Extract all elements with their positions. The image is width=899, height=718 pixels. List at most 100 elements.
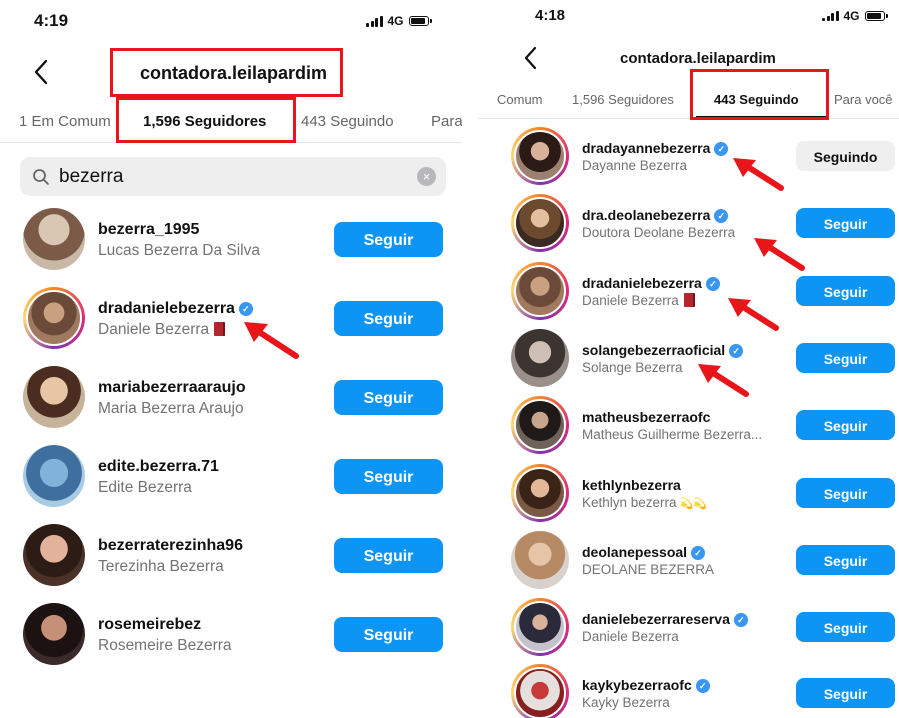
user-full-name: Rosemeire Bezerra (98, 637, 232, 654)
user-handle[interactable]: dradanielebezerra ✓ (98, 300, 253, 318)
verified-badge-icon: ✓ (695, 679, 710, 693)
user-handle[interactable]: mariabezerraaraujo (98, 379, 246, 397)
user-full-name: Daniele Bezerra (582, 293, 695, 308)
following-button[interactable]: Seguindo (796, 141, 895, 171)
tab-divider (478, 118, 899, 119)
follow-button[interactable]: Seguir (796, 678, 895, 708)
user-handle[interactable]: dradayannebezerra ✓ (582, 140, 729, 156)
verified-badge-icon: ✓ (714, 209, 729, 223)
follow-button[interactable]: Seguir (334, 380, 443, 415)
user-full-name: DEOLANE BEZERRA (582, 562, 715, 577)
battery-icon (408, 16, 432, 26)
user-full-name: Lucas Bezerra Da Silva (98, 242, 260, 259)
follow-button[interactable]: Seguir (796, 343, 895, 373)
avatar[interactable] (511, 262, 569, 320)
signal-icon (366, 15, 383, 27)
red-arrow-annotation-icon (733, 158, 784, 191)
avatar[interactable] (23, 603, 85, 665)
battery-icon (864, 11, 888, 21)
user-handle[interactable]: edite.bezerra.71 (98, 458, 219, 476)
avatar[interactable] (23, 445, 85, 507)
avatar[interactable] (511, 464, 569, 522)
red-arrow-annotation-icon (754, 238, 805, 271)
avatar[interactable] (511, 664, 569, 718)
follow-button[interactable]: Seguir (334, 301, 443, 336)
dizzy-emoji-icon: 💫💫 (679, 498, 707, 510)
user-full-name-text: Kethlyn bezerra (582, 495, 677, 510)
tab-em-comum[interactable]: Comum (497, 92, 543, 107)
status-indicators: 4G (822, 9, 888, 23)
avatar[interactable] (511, 531, 569, 589)
follow-button[interactable]: Seguir (796, 545, 895, 575)
user-handle[interactable]: kaykybezerraofc ✓ (582, 677, 710, 693)
avatar[interactable] (511, 329, 569, 387)
profile-username: contadora.leilapardim (140, 63, 328, 83)
tab-para-voce[interactable]: Para (431, 113, 462, 130)
user-handle[interactable]: bezerraterezinha96 (98, 537, 243, 555)
user-full-name: Kethlyn bezerra 💫💫 (582, 495, 707, 510)
follow-button[interactable]: Seguir (334, 459, 443, 494)
back-arrow-icon[interactable] (30, 58, 54, 86)
user-full-name: Solange Bezerra (582, 360, 683, 375)
red-arrow-annotation-icon (728, 298, 779, 331)
user-full-name: Edite Bezerra (98, 479, 192, 496)
user-handle-text: dradayannebezerra (582, 140, 711, 156)
user-full-name: Terezinha Bezerra (98, 558, 224, 575)
user-handle[interactable]: danielebezerrareserva ✓ (582, 611, 748, 627)
search-input[interactable] (57, 164, 401, 189)
avatar[interactable] (511, 127, 569, 185)
profile-username: contadora.leilapardim (620, 50, 776, 67)
tab-seguindo[interactable]: 443 Seguindo (301, 113, 394, 130)
avatar[interactable] (511, 194, 569, 252)
user-full-name: Dayanne Bezerra (582, 158, 688, 173)
tab-seguidores[interactable]: 1,596 Seguidores (572, 92, 674, 107)
tab-para-voce[interactable]: Para você (834, 92, 893, 107)
follow-button[interactable]: Seguir (334, 538, 443, 573)
user-handle-text: dra.deolanebezerra (582, 207, 711, 223)
clear-search-icon[interactable]: × (417, 167, 436, 186)
tab-bar: Comum 1,596 Seguidores 443 Seguindo Para… (478, 82, 899, 122)
user-handle-text: deolanepessoal (582, 544, 688, 560)
user-handle-text: danielebezerrareserva (582, 611, 730, 627)
left-screenshot: 4:19 4G contadora.leilapardim 1 Em Comum… (0, 0, 462, 718)
network-label: 4G (843, 9, 860, 23)
user-full-name: Daniele Bezerra (98, 321, 226, 339)
follow-button[interactable]: Seguir (796, 612, 895, 642)
tab-seguidores[interactable]: 1,596 Seguidores (143, 113, 266, 130)
right-screenshot: 4:18 4G contadora.leilapardim Comum 1,59… (478, 0, 899, 718)
user-handle[interactable]: bezerra_1995 (98, 221, 199, 239)
tab-divider (0, 142, 462, 143)
user-full-name-text: Daniele Bezerra (582, 293, 679, 308)
user-handle[interactable]: rosemeirebez (98, 616, 201, 634)
follow-button[interactable]: Seguir (334, 222, 443, 257)
follow-button[interactable]: Seguir (796, 478, 895, 508)
user-full-name: Maria Bezerra Araujo (98, 400, 244, 417)
search-bar[interactable]: × (20, 157, 446, 196)
avatar[interactable] (23, 287, 85, 349)
verified-badge-icon: ✓ (733, 613, 748, 627)
follow-button[interactable]: Seguir (796, 276, 895, 306)
follow-button[interactable]: Seguir (334, 617, 443, 652)
user-handle[interactable]: matheusbezerraofc (582, 409, 710, 425)
avatar[interactable] (23, 524, 85, 586)
follow-button[interactable]: Seguir (796, 208, 895, 238)
red-arrow-annotation-icon (698, 364, 749, 397)
back-arrow-icon[interactable] (520, 45, 544, 73)
user-handle[interactable]: solangebezerraoficial ✓ (582, 342, 744, 358)
user-handle[interactable]: deolanepessoal ✓ (582, 544, 706, 560)
avatar[interactable] (23, 208, 85, 270)
verified-badge-icon: ✓ (714, 142, 729, 156)
avatar[interactable] (23, 366, 85, 428)
tab-em-comum[interactable]: 1 Em Comum (19, 113, 111, 130)
follow-button[interactable]: Seguir (796, 410, 895, 440)
status-time: 4:18 (535, 7, 566, 24)
user-handle[interactable]: kethlynbezerra (582, 477, 681, 493)
avatar[interactable] (511, 396, 569, 454)
user-handle[interactable]: dradanielebezerra ✓ (582, 275, 720, 291)
user-handle[interactable]: dra.deolanebezerra ✓ (582, 207, 729, 223)
search-icon (33, 168, 49, 185)
verified-badge-icon: ✓ (691, 546, 706, 560)
tab-seguindo[interactable]: 443 Seguindo (714, 92, 799, 107)
verified-badge-icon: ✓ (705, 277, 720, 291)
avatar[interactable] (511, 598, 569, 656)
